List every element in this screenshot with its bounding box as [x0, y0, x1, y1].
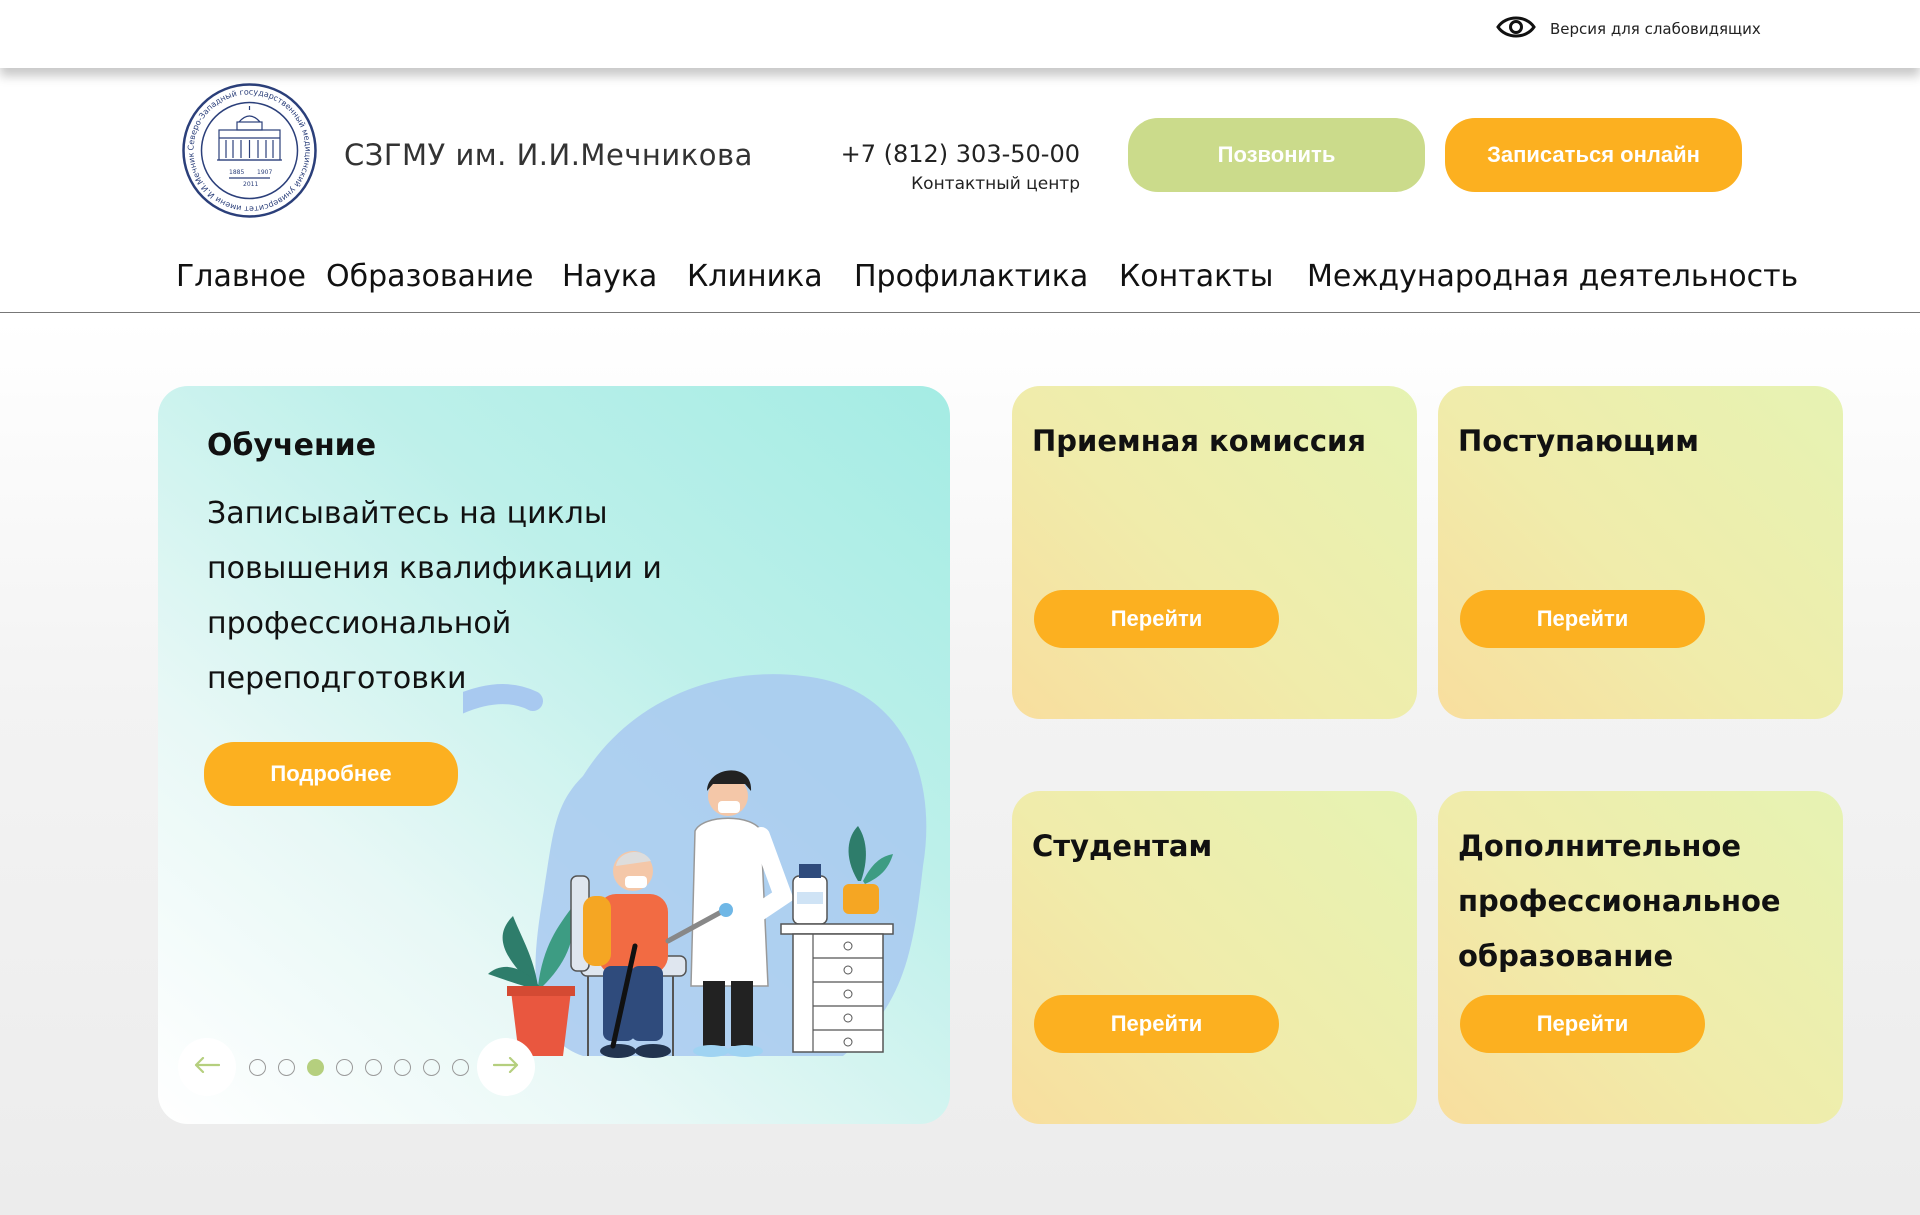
phone-caption: Контактный центр [911, 174, 1080, 194]
slider-dot[interactable] [423, 1059, 440, 1076]
card-additional-education: Дополнительное профессиональное образова… [1438, 791, 1843, 1124]
nav-item-science[interactable]: Наука [562, 259, 657, 294]
slider-prev-button[interactable] [178, 1038, 236, 1096]
card-admissions-committee: Приемная комиссия Перейти [1012, 386, 1417, 719]
slider-dot[interactable] [336, 1059, 353, 1076]
eye-icon [1496, 14, 1536, 44]
logo-year-left: 1885 [229, 169, 244, 176]
logo-year-bottom: 2011 [243, 181, 258, 188]
slider-dots [249, 1059, 469, 1076]
arrow-left-icon [194, 1056, 221, 1077]
accessibility-version-link[interactable]: Версия для слабовидящих [1496, 14, 1761, 44]
more-button[interactable]: Подробнее [204, 742, 458, 806]
slider-dot[interactable] [249, 1059, 266, 1076]
top-bar: Версия для слабовидящих [0, 0, 1920, 68]
brand-name: СЗГМУ им. И.И.Мечникова [344, 138, 753, 172]
arrow-right-icon [492, 1056, 519, 1077]
card-go-button[interactable]: Перейти [1034, 995, 1279, 1053]
card-title: Дополнительное профессиональное образова… [1458, 829, 1781, 973]
slider-dot-active[interactable] [307, 1059, 324, 1076]
nav-item-prevention[interactable]: Профилактика [854, 259, 1088, 294]
slider-dot[interactable] [365, 1059, 382, 1076]
card-title: Поступающим [1458, 424, 1699, 458]
nav-item-contacts[interactable]: Контакты [1119, 259, 1273, 294]
hero-slide-card: Обучение Записывайтесь на циклы повышени… [158, 386, 950, 1124]
slider-dot[interactable] [394, 1059, 411, 1076]
university-logo[interactable]: Северо-Западный государственный медицинс… [179, 75, 318, 219]
card-go-button[interactable]: Перейти [1460, 590, 1705, 648]
nav-item-international[interactable]: Международная деятельность [1307, 259, 1798, 294]
book-online-button[interactable]: Записаться онлайн [1445, 118, 1742, 192]
call-button[interactable]: Позвонить [1128, 118, 1425, 192]
card-students: Студентам Перейти [1012, 791, 1417, 1124]
card-go-button[interactable]: Перейти [1034, 590, 1279, 648]
phone-number[interactable]: +7 (812) 303-50-00 [841, 140, 1080, 168]
nav-item-education[interactable]: Образование [326, 259, 533, 294]
doctor-vaccination-illustration [463, 674, 927, 1058]
card-title: Приемная комиссия [1032, 424, 1366, 458]
slider-dot[interactable] [452, 1059, 469, 1076]
main-nav: Главное Образование Наука Клиника Профил… [0, 255, 1920, 313]
card-title: Студентам [1032, 829, 1213, 863]
card-applicants: Поступающим Перейти [1438, 386, 1843, 719]
card-go-button[interactable]: Перейти [1460, 995, 1705, 1053]
slider-dot[interactable] [278, 1059, 295, 1076]
logo-year-right: 1907 [257, 169, 272, 176]
hero-title: Обучение [207, 428, 377, 463]
accessibility-label: Версия для слабовидящих [1550, 20, 1761, 38]
nav-item-clinic[interactable]: Клиника [687, 259, 823, 294]
nav-item-main[interactable]: Главное [176, 259, 306, 294]
phone-block: +7 (812) 303-50-00 Контактный центр [841, 140, 1080, 194]
slider-next-button[interactable] [477, 1038, 535, 1096]
